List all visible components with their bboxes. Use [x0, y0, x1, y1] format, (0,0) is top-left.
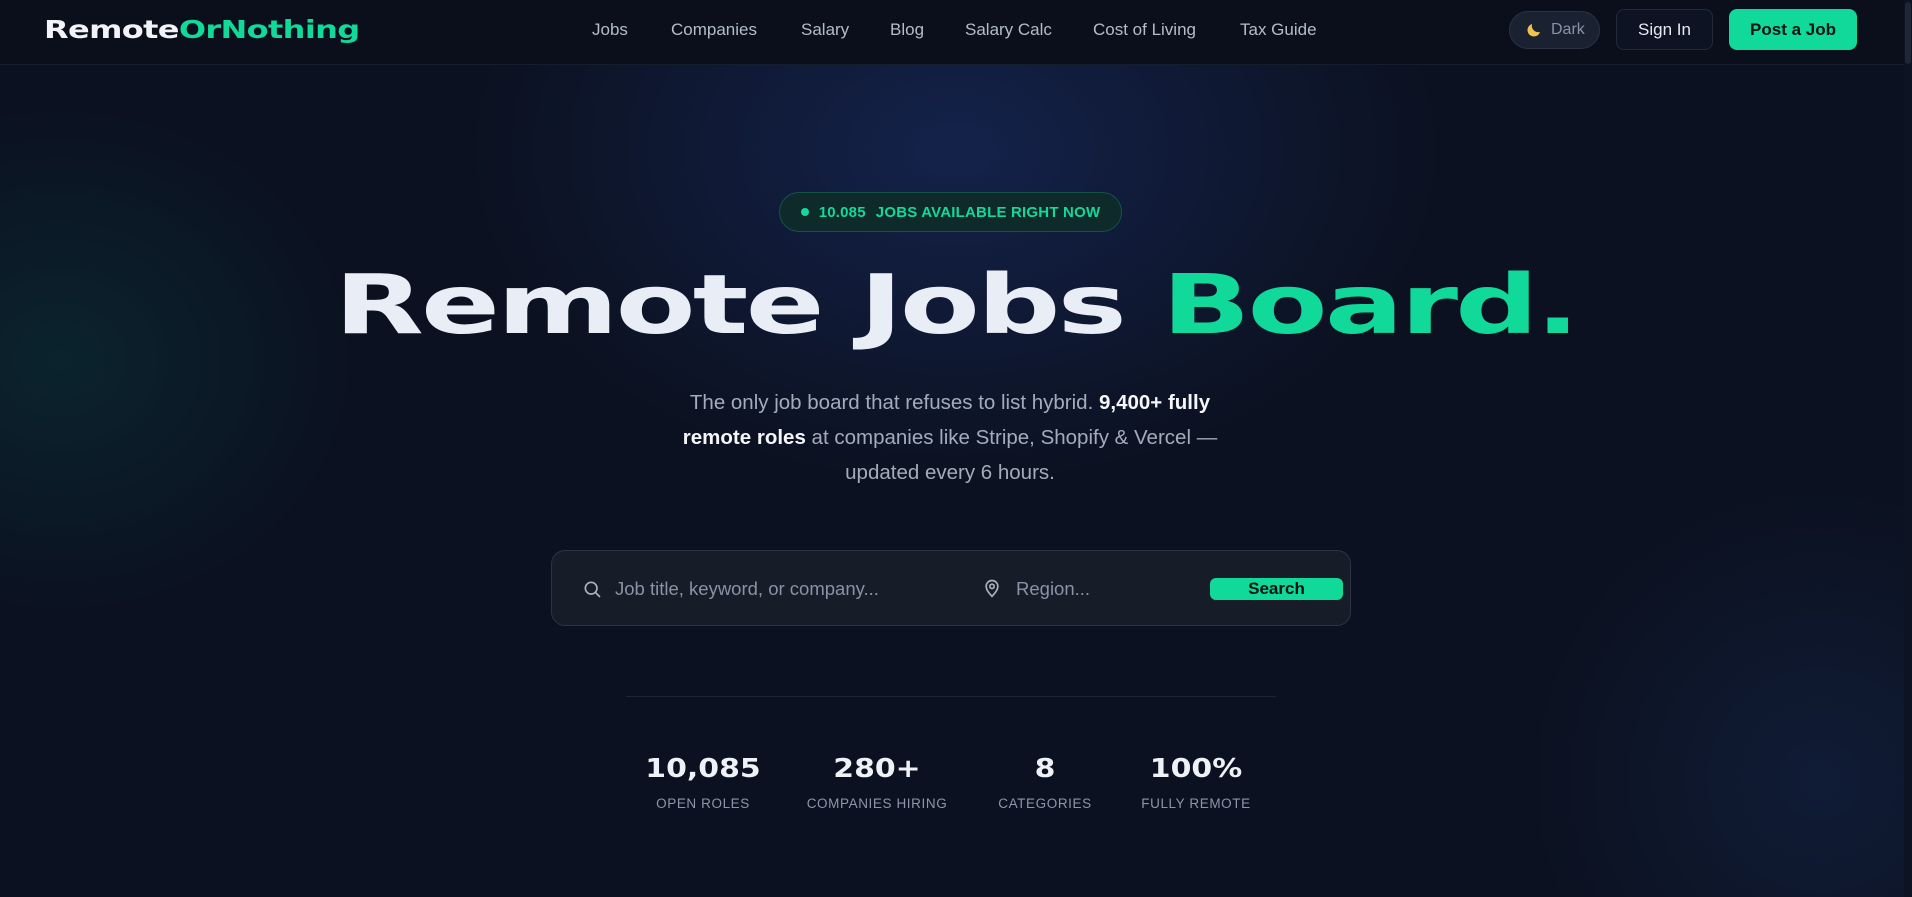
stat-fully-remote: 100% FULLY REMOTE	[1136, 754, 1256, 811]
nav-link-tax-guide[interactable]: Tax Guide	[1240, 20, 1317, 40]
jobs-available-badge: 10.085 JOBS AVAILABLE RIGHT NOW	[779, 192, 1122, 232]
page-scrollbar[interactable]	[1904, 0, 1912, 897]
live-dot-icon	[800, 208, 809, 216]
nav-link-blog[interactable]: Blog	[890, 20, 924, 40]
stat-label: FULLY REMOTE	[1141, 796, 1251, 811]
nav-link-cost-of-living[interactable]: Cost of Living	[1093, 20, 1196, 40]
job-search-bar: Search	[551, 550, 1351, 626]
stat-companies-hiring: 280+ COMPANIES HIRING	[800, 754, 954, 811]
moon-icon	[1527, 24, 1540, 37]
top-navbar: RemoteOrNothing Jobs Companies Salary Bl…	[0, 0, 1912, 65]
stat-value: 10,085	[645, 754, 761, 784]
hero-subtitle: The only job board that refuses to list …	[680, 385, 1220, 490]
nav-link-companies[interactable]: Companies	[671, 20, 757, 40]
subtitle-tail: at companies like Stripe, Shopify & Verc…	[805, 426, 1218, 484]
title-green-part: Board.	[1162, 258, 1580, 353]
post-job-button[interactable]: Post a Job	[1729, 9, 1857, 50]
region-input[interactable]	[1016, 573, 1196, 605]
keyword-search-input[interactable]	[615, 573, 945, 605]
title-white-part: Remote Jobs	[334, 258, 1163, 353]
search-icon	[584, 581, 601, 598]
nav-link-salary-calc[interactable]: Salary Calc	[965, 20, 1052, 40]
stats-divider	[626, 696, 1276, 697]
page-title: Remote Jobs Board.	[0, 258, 1912, 353]
theme-toggle-label: Dark	[1551, 21, 1585, 38]
subtitle-lead: The only job board that refuses to list …	[689, 391, 1099, 414]
stat-open-roles: 10,085 OPEN ROLES	[645, 754, 760, 811]
stat-categories: 8 CATEGORIES	[994, 754, 1096, 811]
search-button[interactable]: Search	[1210, 578, 1343, 600]
stat-label: OPEN ROLES	[656, 796, 750, 811]
badge-text: JOBS AVAILABLE RIGHT NOW	[875, 203, 1101, 221]
nav-link-jobs[interactable]: Jobs	[592, 20, 628, 40]
map-pin-icon	[985, 579, 999, 598]
stat-value: 280+	[833, 754, 921, 784]
theme-toggle[interactable]: Dark	[1509, 11, 1600, 49]
nav-link-salary[interactable]: Salary	[801, 20, 849, 40]
stat-label: CATEGORIES	[998, 796, 1092, 811]
stat-value: 100%	[1149, 754, 1243, 784]
stat-value: 8	[1034, 754, 1056, 784]
badge-count: 10.085	[818, 203, 866, 221]
scrollbar-thumb[interactable]	[1905, 2, 1911, 64]
stat-label: COMPANIES HIRING	[806, 796, 948, 811]
sign-in-button[interactable]: Sign In	[1616, 9, 1713, 50]
